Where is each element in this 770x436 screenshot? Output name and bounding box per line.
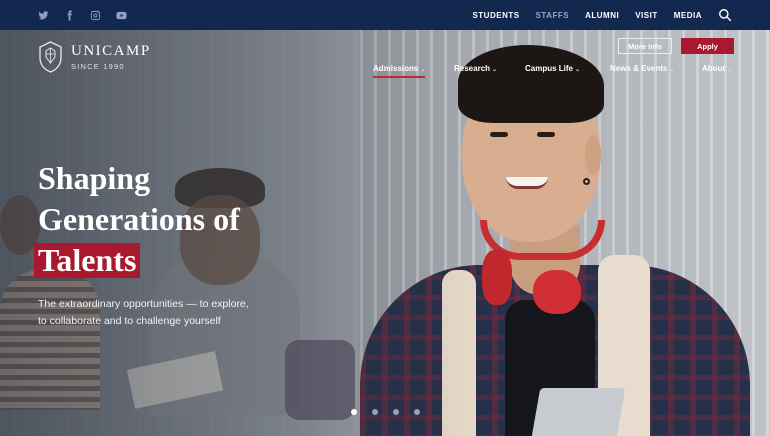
more-info-button[interactable]: More info: [618, 38, 672, 54]
chevron-down-icon: ⌄: [492, 67, 498, 73]
brand-name: UNICAMP: [71, 42, 151, 59]
carousel-dot[interactable]: [351, 409, 357, 415]
nav-label: About: [702, 64, 726, 73]
nav-media[interactable]: MEDIA: [674, 11, 702, 20]
social-links: [37, 9, 127, 21]
carousel-dot[interactable]: [393, 409, 399, 415]
apply-button[interactable]: Apply: [681, 38, 734, 54]
nav-admissions[interactable]: Admissions ⌄: [373, 64, 426, 78]
chevron-down-icon: ⌄: [727, 67, 733, 73]
headline-line: Generations of: [38, 201, 240, 237]
chevron-down-icon: ⌄: [420, 67, 426, 73]
utility-bar: STUDENTS STAFFS ALUMNI VISIT MEDIA: [0, 0, 770, 30]
nav-label: Admissions: [373, 64, 419, 73]
facebook-icon[interactable]: [63, 9, 75, 21]
carousel-dot[interactable]: [414, 409, 420, 415]
nav-students[interactable]: STUDENTS: [472, 11, 519, 20]
headline-highlight: Talents: [34, 243, 141, 278]
nav-label: News & Events: [610, 64, 668, 73]
nav-research[interactable]: Research ⌄: [454, 64, 497, 73]
subtitle-line: to collaborate and to challenge yourself: [38, 315, 221, 327]
nav-news-events[interactable]: News & Events ⌄: [610, 64, 674, 73]
nav-staffs[interactable]: STAFFS: [536, 11, 570, 20]
youtube-icon[interactable]: [115, 9, 127, 21]
nav-visit[interactable]: VISIT: [635, 11, 658, 20]
audience-nav: STUDENTS STAFFS ALUMNI VISIT MEDIA: [456, 8, 732, 22]
twitter-icon[interactable]: [37, 9, 49, 21]
main-nav: Admissions ⌄ Research ⌄ Campus Life ⌄ News …: [0, 64, 770, 78]
nav-campus-life[interactable]: Campus Life ⌄: [525, 64, 580, 73]
chevron-down-icon: ⌄: [669, 67, 675, 73]
chevron-down-icon: ⌄: [575, 67, 581, 73]
instagram-icon[interactable]: [89, 9, 101, 21]
search-icon[interactable]: [718, 8, 732, 22]
nav-alumni[interactable]: ALUMNI: [585, 11, 619, 20]
nav-label: Campus Life: [525, 64, 574, 73]
subtitle-line: The extraordinary opportunities — to exp…: [38, 298, 249, 310]
hero-headline: Shaping Generations of Talents: [34, 158, 240, 281]
nav-about[interactable]: About ⌄: [702, 64, 732, 73]
headline-line: Shaping: [38, 160, 151, 196]
carousel-dot[interactable]: [372, 409, 378, 415]
carousel-dots: [351, 409, 420, 415]
nav-label: Research: [454, 64, 491, 73]
page: STUDENTS STAFFS ALUMNI VISIT MEDIA UNICA…: [0, 0, 770, 436]
hero-subtitle: The extraordinary opportunities — to exp…: [38, 296, 288, 330]
